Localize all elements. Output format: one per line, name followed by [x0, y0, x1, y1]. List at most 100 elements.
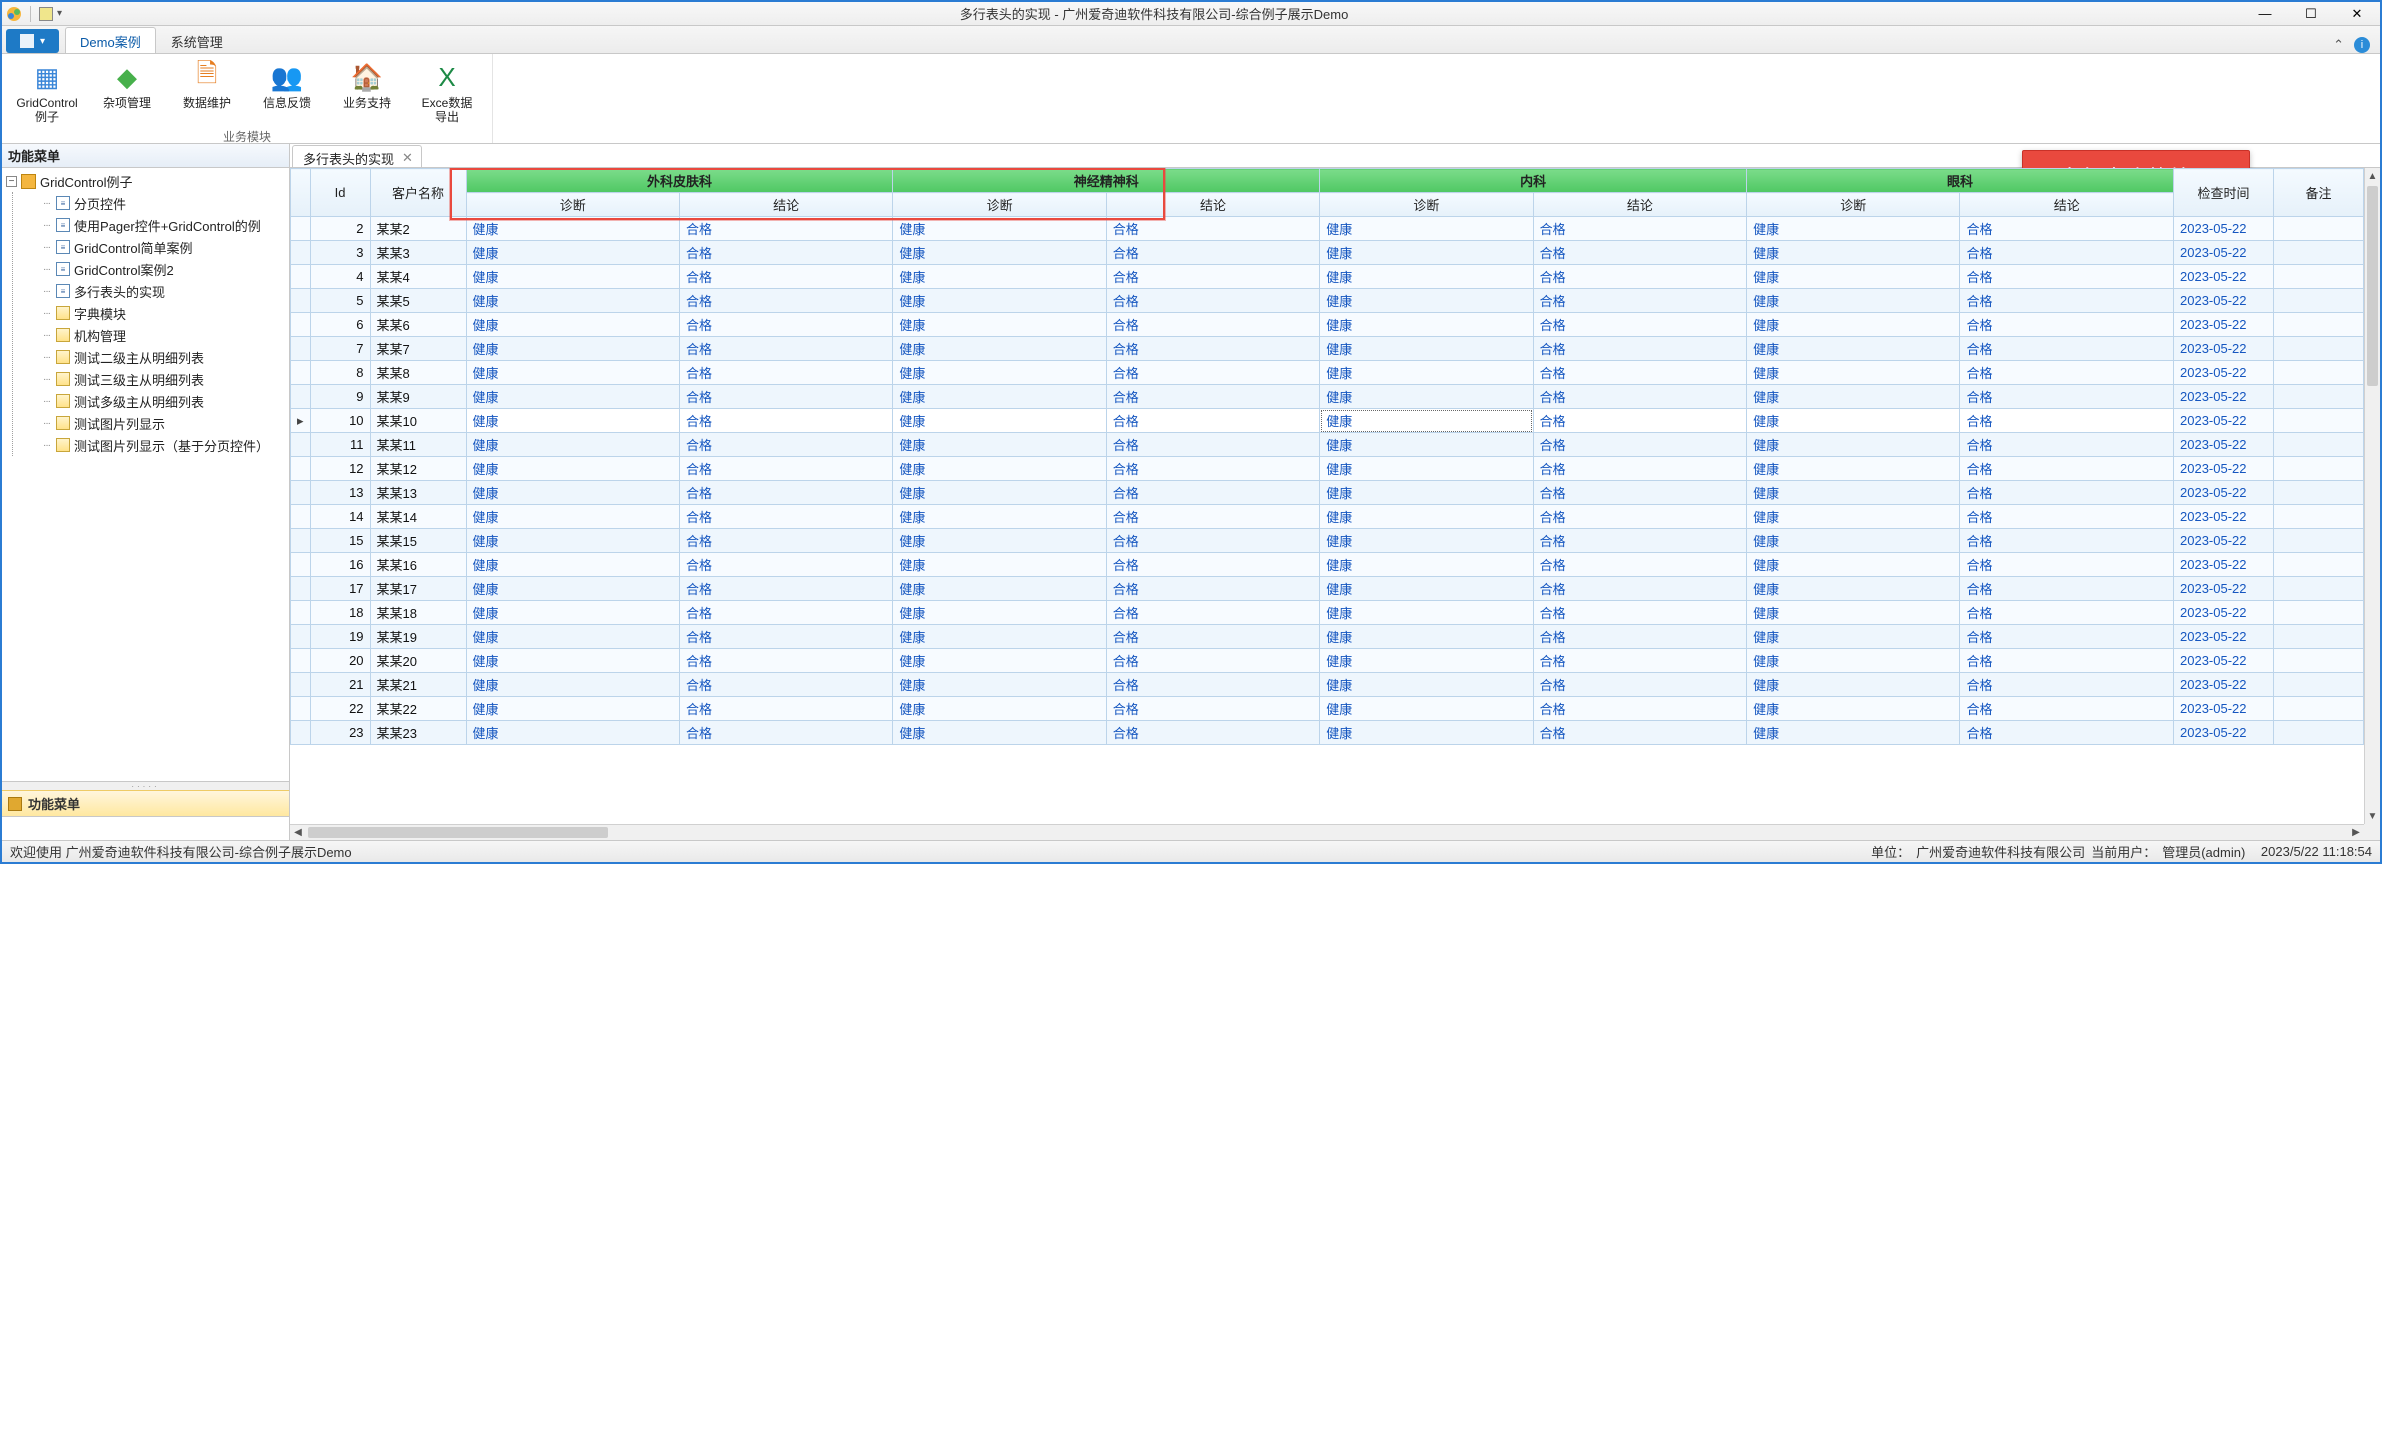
- cell-diag[interactable]: 健康: [893, 505, 1106, 529]
- tree-node[interactable]: ···≡使用Pager控件+GridControl的例: [13, 214, 285, 236]
- row-indicator[interactable]: [291, 361, 311, 385]
- cell-concl[interactable]: 合格: [679, 313, 892, 337]
- cell-cust[interactable]: 某某13: [370, 481, 466, 505]
- cell-concl[interactable]: 合格: [1960, 457, 2174, 481]
- cell-diag[interactable]: 健康: [1747, 313, 1960, 337]
- cell-time[interactable]: 2023-05-22: [2174, 409, 2274, 433]
- cell-diag[interactable]: 健康: [893, 241, 1106, 265]
- cell-diag[interactable]: 健康: [1747, 409, 1960, 433]
- cell-diag[interactable]: 健康: [466, 529, 679, 553]
- cell-cust[interactable]: 某某4: [370, 265, 466, 289]
- cell-note[interactable]: [2274, 409, 2364, 433]
- row-indicator[interactable]: [291, 265, 311, 289]
- cell-concl[interactable]: 合格: [679, 601, 892, 625]
- cell-concl[interactable]: 合格: [1960, 625, 2174, 649]
- cell-id[interactable]: 3: [310, 241, 370, 265]
- cell-note[interactable]: [2274, 265, 2364, 289]
- cell-concl[interactable]: 合格: [1106, 721, 1319, 745]
- row-indicator[interactable]: [291, 529, 311, 553]
- cell-concl[interactable]: 合格: [679, 265, 892, 289]
- cell-diag[interactable]: 健康: [1747, 673, 1960, 697]
- cell-diag[interactable]: 健康: [1320, 673, 1533, 697]
- cell-diag[interactable]: 健康: [1747, 553, 1960, 577]
- cell-note[interactable]: [2274, 505, 2364, 529]
- cell-diag[interactable]: 健康: [1747, 481, 1960, 505]
- cell-note[interactable]: [2274, 697, 2364, 721]
- cell-diag[interactable]: 健康: [893, 673, 1106, 697]
- cell-diag[interactable]: 健康: [1747, 337, 1960, 361]
- cell-concl[interactable]: 合格: [1960, 409, 2174, 433]
- cell-concl[interactable]: 合格: [1106, 265, 1319, 289]
- tree-node[interactable]: ···测试三级主从明细列表: [13, 368, 285, 390]
- cell-concl[interactable]: 合格: [1106, 601, 1319, 625]
- cell-id[interactable]: 15: [310, 529, 370, 553]
- cell-diag[interactable]: 健康: [1320, 649, 1533, 673]
- cell-note[interactable]: [2274, 625, 2364, 649]
- cell-id[interactable]: 5: [310, 289, 370, 313]
- cell-id[interactable]: 9: [310, 385, 370, 409]
- col-header-group[interactable]: 外科皮肤科: [466, 169, 893, 193]
- cell-concl[interactable]: 合格: [1533, 337, 1746, 361]
- cell-diag[interactable]: 健康: [466, 385, 679, 409]
- panel-splitter[interactable]: ·····: [2, 782, 289, 790]
- cell-diag[interactable]: 健康: [1747, 625, 1960, 649]
- cell-concl[interactable]: 合格: [1533, 409, 1746, 433]
- cell-concl[interactable]: 合格: [1533, 433, 1746, 457]
- row-indicator[interactable]: [291, 553, 311, 577]
- cell-concl[interactable]: 合格: [1960, 577, 2174, 601]
- cell-concl[interactable]: 合格: [1960, 505, 2174, 529]
- tree-node[interactable]: ···测试多级主从明细列表: [13, 390, 285, 412]
- cell-concl[interactable]: 合格: [1106, 505, 1319, 529]
- ribbon-tab[interactable]: 系统管理: [156, 27, 238, 53]
- ribbon-item[interactable]: ▦GridControl例子: [12, 58, 82, 126]
- table-row[interactable]: 16某某16健康合格健康合格健康合格健康合格2023-05-22: [291, 553, 2364, 577]
- cell-concl[interactable]: 合格: [1106, 361, 1319, 385]
- cell-cust[interactable]: 某某23: [370, 721, 466, 745]
- col-header-group[interactable]: 神经精神科: [893, 169, 1320, 193]
- cell-note[interactable]: [2274, 337, 2364, 361]
- cell-time[interactable]: 2023-05-22: [2174, 625, 2274, 649]
- cell-note[interactable]: [2274, 289, 2364, 313]
- cell-note[interactable]: [2274, 313, 2364, 337]
- data-grid[interactable]: Id客户名称外科皮肤科神经精神科内科眼科检查时间备注诊断结论诊断结论诊断结论诊断…: [290, 168, 2364, 745]
- cell-diag[interactable]: 健康: [893, 553, 1106, 577]
- cell-concl[interactable]: 合格: [1533, 313, 1746, 337]
- cell-cust[interactable]: 某某9: [370, 385, 466, 409]
- row-indicator[interactable]: [291, 409, 311, 433]
- cell-concl[interactable]: 合格: [679, 505, 892, 529]
- cell-diag[interactable]: 健康: [1747, 649, 1960, 673]
- cell-concl[interactable]: 合格: [1106, 337, 1319, 361]
- app-menu-button[interactable]: ▾: [6, 29, 59, 53]
- col-header-concl[interactable]: 结论: [1533, 193, 1746, 217]
- cell-diag[interactable]: 健康: [1320, 385, 1533, 409]
- col-header-concl[interactable]: 结论: [679, 193, 892, 217]
- cell-cust[interactable]: 某某22: [370, 697, 466, 721]
- cell-concl[interactable]: 合格: [1960, 649, 2174, 673]
- cell-concl[interactable]: 合格: [1533, 481, 1746, 505]
- table-row[interactable]: 19某某19健康合格健康合格健康合格健康合格2023-05-22: [291, 625, 2364, 649]
- cell-diag[interactable]: 健康: [1320, 361, 1533, 385]
- cell-concl[interactable]: 合格: [1106, 577, 1319, 601]
- cell-time[interactable]: 2023-05-22: [2174, 529, 2274, 553]
- cell-diag[interactable]: 健康: [1320, 217, 1533, 241]
- row-indicator[interactable]: [291, 385, 311, 409]
- cell-concl[interactable]: 合格: [1960, 217, 2174, 241]
- cell-id[interactable]: 23: [310, 721, 370, 745]
- cell-concl[interactable]: 合格: [1106, 553, 1319, 577]
- cell-time[interactable]: 2023-05-22: [2174, 457, 2274, 481]
- cell-concl[interactable]: 合格: [1106, 457, 1319, 481]
- cell-note[interactable]: [2274, 721, 2364, 745]
- tree-node[interactable]: ···测试二级主从明细列表: [13, 346, 285, 368]
- cell-cust[interactable]: 某某14: [370, 505, 466, 529]
- cell-cust[interactable]: 某某2: [370, 217, 466, 241]
- cell-diag[interactable]: 健康: [466, 289, 679, 313]
- cell-cust[interactable]: 某某6: [370, 313, 466, 337]
- cell-id[interactable]: 18: [310, 601, 370, 625]
- col-header-group[interactable]: 内科: [1320, 169, 1747, 193]
- cell-cust[interactable]: 某某15: [370, 529, 466, 553]
- cell-note[interactable]: [2274, 361, 2364, 385]
- cell-diag[interactable]: 健康: [466, 505, 679, 529]
- table-row[interactable]: 4某某4健康合格健康合格健康合格健康合格2023-05-22: [291, 265, 2364, 289]
- cell-concl[interactable]: 合格: [1960, 289, 2174, 313]
- cell-diag[interactable]: 健康: [466, 361, 679, 385]
